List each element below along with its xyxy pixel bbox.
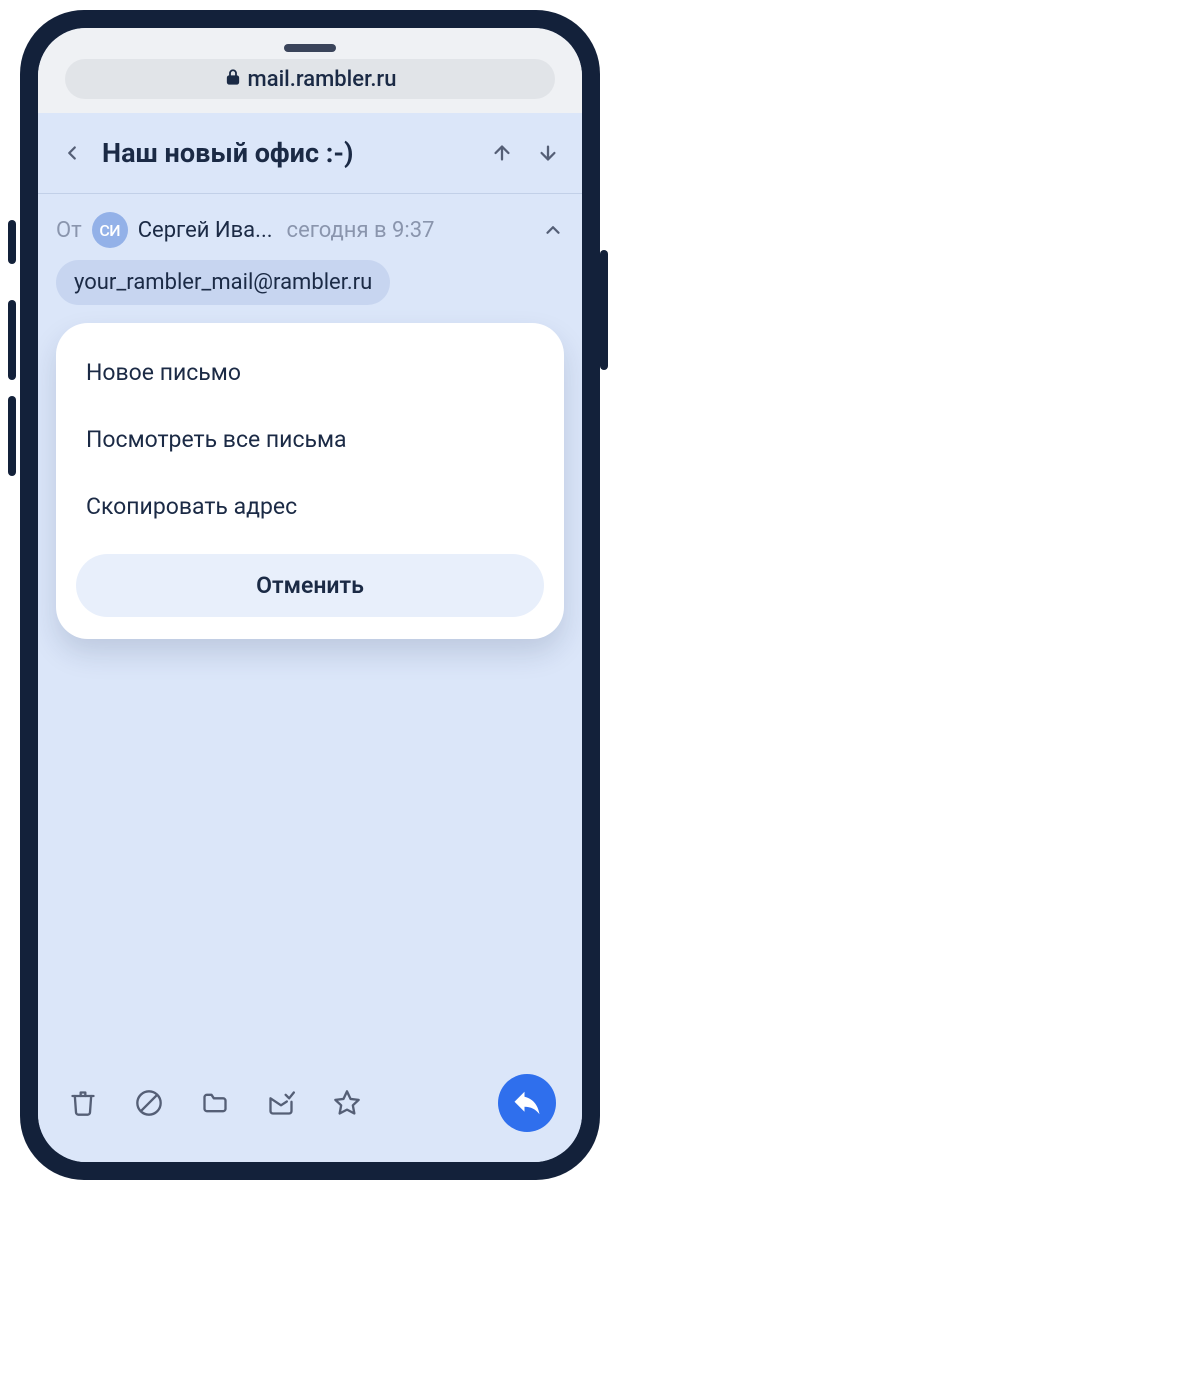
- mail-header: Наш новый офис :-): [38, 113, 582, 194]
- browser-url-text: mail.rambler.ru: [248, 67, 397, 92]
- next-message-icon[interactable]: [532, 137, 564, 169]
- folder-icon[interactable]: [196, 1084, 234, 1122]
- action-new-message[interactable]: Новое письмо: [66, 339, 554, 406]
- action-copy-address[interactable]: Скопировать адрес: [66, 473, 554, 540]
- phone-volume-down: [8, 396, 16, 476]
- action-view-all-messages[interactable]: Посмотреть все письма: [66, 406, 554, 473]
- bottom-toolbar: [38, 1056, 582, 1162]
- spam-icon[interactable]: [130, 1084, 168, 1122]
- phone-screen: mail.rambler.ru Наш новый офис :-) От СИ…: [38, 28, 582, 1162]
- cancel-button[interactable]: Отменить: [76, 554, 544, 617]
- star-icon[interactable]: [328, 1084, 366, 1122]
- delete-icon[interactable]: [64, 1084, 102, 1122]
- phone-speaker: [284, 44, 336, 52]
- phone-volume-up: [8, 300, 16, 380]
- avatar[interactable]: СИ: [92, 212, 128, 248]
- back-icon[interactable]: [56, 137, 88, 169]
- browser-url-chip[interactable]: mail.rambler.ru: [65, 59, 555, 99]
- previous-message-icon[interactable]: [486, 137, 518, 169]
- timestamp: сегодня в 9:37: [287, 218, 435, 243]
- contact-actions-popup: Новое письмо Посмотреть все письма Скопи…: [56, 323, 564, 639]
- lock-icon: [224, 67, 242, 92]
- phone-frame: mail.rambler.ru Наш новый офис :-) От СИ…: [20, 10, 600, 1180]
- email-address-chip[interactable]: your_rambler_mail@rambler.ru: [56, 260, 390, 305]
- from-row: От СИ Сергей Ива... сегодня в 9:37: [38, 194, 582, 260]
- phone-mute-switch: [8, 220, 16, 264]
- mail-subject: Наш новый офис :-): [102, 137, 472, 169]
- browser-bar: mail.rambler.ru: [38, 28, 582, 113]
- mark-read-icon[interactable]: [262, 1084, 300, 1122]
- sender-name[interactable]: Сергей Ива...: [138, 218, 273, 243]
- from-label: От: [56, 218, 82, 243]
- collapse-icon[interactable]: [542, 219, 564, 241]
- reply-button[interactable]: [498, 1074, 556, 1132]
- phone-power-button: [600, 250, 608, 370]
